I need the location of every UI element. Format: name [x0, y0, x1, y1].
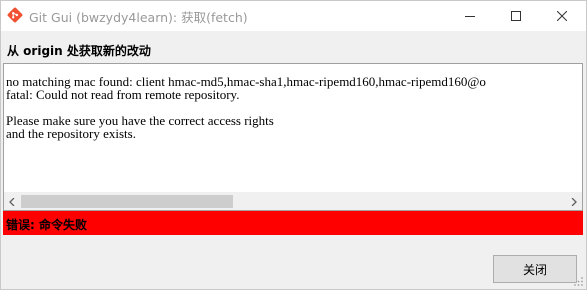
- close-icon: [557, 11, 567, 21]
- fetch-heading: 从 origin 处获取新的改动: [7, 44, 151, 58]
- git-gui-fetch-window: Git Gui (bwzydy4learn): 获取(fetch) 从 orig…: [0, 0, 587, 290]
- scroll-right-icon[interactable]: [565, 193, 582, 210]
- output-console[interactable]: no matching mac found: client hmac-md5,h…: [3, 63, 583, 211]
- maximize-icon: [511, 11, 521, 21]
- output-text: no matching mac found: client hmac-md5,h…: [6, 74, 486, 141]
- git-diamond-icon: [7, 7, 23, 23]
- scrollbar-thumb[interactable]: [21, 195, 233, 208]
- maximize-button[interactable]: [493, 1, 539, 31]
- error-status-text: 错误: 命令失败: [6, 218, 87, 232]
- resize-grip-icon[interactable]: [574, 277, 584, 287]
- minimize-button[interactable]: [447, 1, 493, 31]
- error-status-bar: 错误: 命令失败: [3, 211, 583, 235]
- horizontal-scrollbar[interactable]: [4, 192, 582, 210]
- close-button[interactable]: 关闭: [493, 255, 577, 283]
- minimize-icon: [465, 16, 475, 17]
- title-bar[interactable]: Git Gui (bwzydy4learn): 获取(fetch): [1, 1, 586, 31]
- window-title: Git Gui (bwzydy4learn): 获取(fetch): [29, 10, 248, 25]
- scroll-left-icon[interactable]: [4, 193, 21, 210]
- close-window-button[interactable]: [539, 1, 585, 31]
